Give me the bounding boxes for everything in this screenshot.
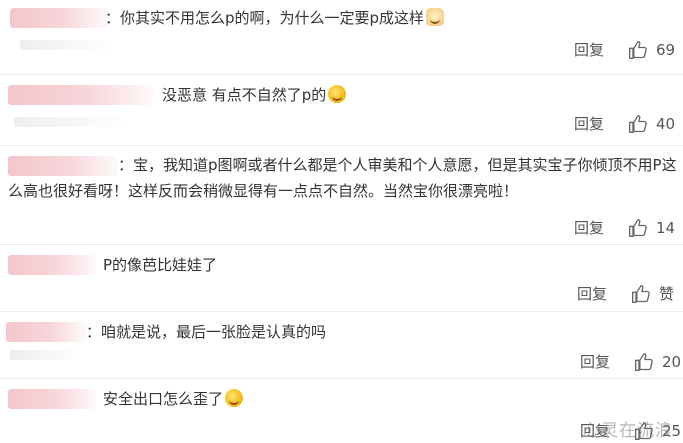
thumbs-up-icon [629,41,647,59]
thumbs-up-icon [629,115,647,133]
laughing-emoji-icon [328,85,347,103]
like-count: 赞 [659,285,675,303]
like-button[interactable]: 赞 [631,284,674,304]
blurred-username [8,389,96,409]
like-count: 69 [656,41,676,59]
like-button[interactable]: 69 [628,40,675,60]
like-button[interactable]: 14 [628,218,675,238]
reply-button[interactable]: 回复 [574,218,604,238]
like-button[interactable]: 40 [628,114,675,134]
blurred-username [10,8,108,28]
comment-text: ：咱就是说，最后一张脸是认真的吗 [86,323,327,341]
laughing-emoji-icon [225,389,244,407]
comment-4: P的像芭比娃娃了 回复 赞 [0,245,683,311]
blurred-username [8,255,96,275]
reply-button[interactable]: 回复 [577,284,607,304]
like-button[interactable]: 20 [634,352,681,372]
reply-button[interactable]: 回复 [580,352,610,372]
blurred-username [8,85,153,105]
blurred-username [6,322,86,342]
comment-text: P的像芭比娃娃了 [103,256,218,274]
comment-6: 安全出口怎么歪了 回复 25 [0,379,683,443]
thumbs-up-icon [629,219,647,237]
thumbs-up-icon [632,285,650,303]
reply-button[interactable]: 回复 [574,114,604,134]
blurred-username-tail [10,350,80,360]
comment-text: 没恶意 有点不自然了p的 [162,82,347,108]
comment-text: ：你其实不用怎么p的啊，为什么一定要p成这样 [105,5,445,31]
comment-2: 没恶意 有点不自然了p的 回复 40 [0,75,683,145]
cat-emoji-icon [426,8,445,26]
like-count: 14 [656,219,676,237]
thumbs-up-icon [635,353,653,371]
blurred-username-tail [20,40,110,50]
like-count: 20 [662,353,682,371]
like-count: 40 [656,115,676,133]
comment-5: ：咱就是说，最后一张脸是认真的吗 回复 20 [0,312,683,378]
reply-button[interactable]: 回复 [574,40,604,60]
comment-3: ：宝，我知道p图啊或者什么都是个人审美和个人意愿，但是其实宝子你倾顶不用P这么高… [0,146,683,244]
comment-text: ：宝，我知道p图啊或者什么都是个人审美和个人意愿，但是其实宝子你倾顶不用P这么高… [8,156,677,200]
watermark: 心灵在流浪 [583,421,673,441]
comment-text: 安全出口怎么歪了 [103,386,244,412]
comment-1: ：你其实不用怎么p的啊，为什么一定要p成这样 回复 69 [0,0,683,74]
blurred-username-tail [14,117,124,127]
